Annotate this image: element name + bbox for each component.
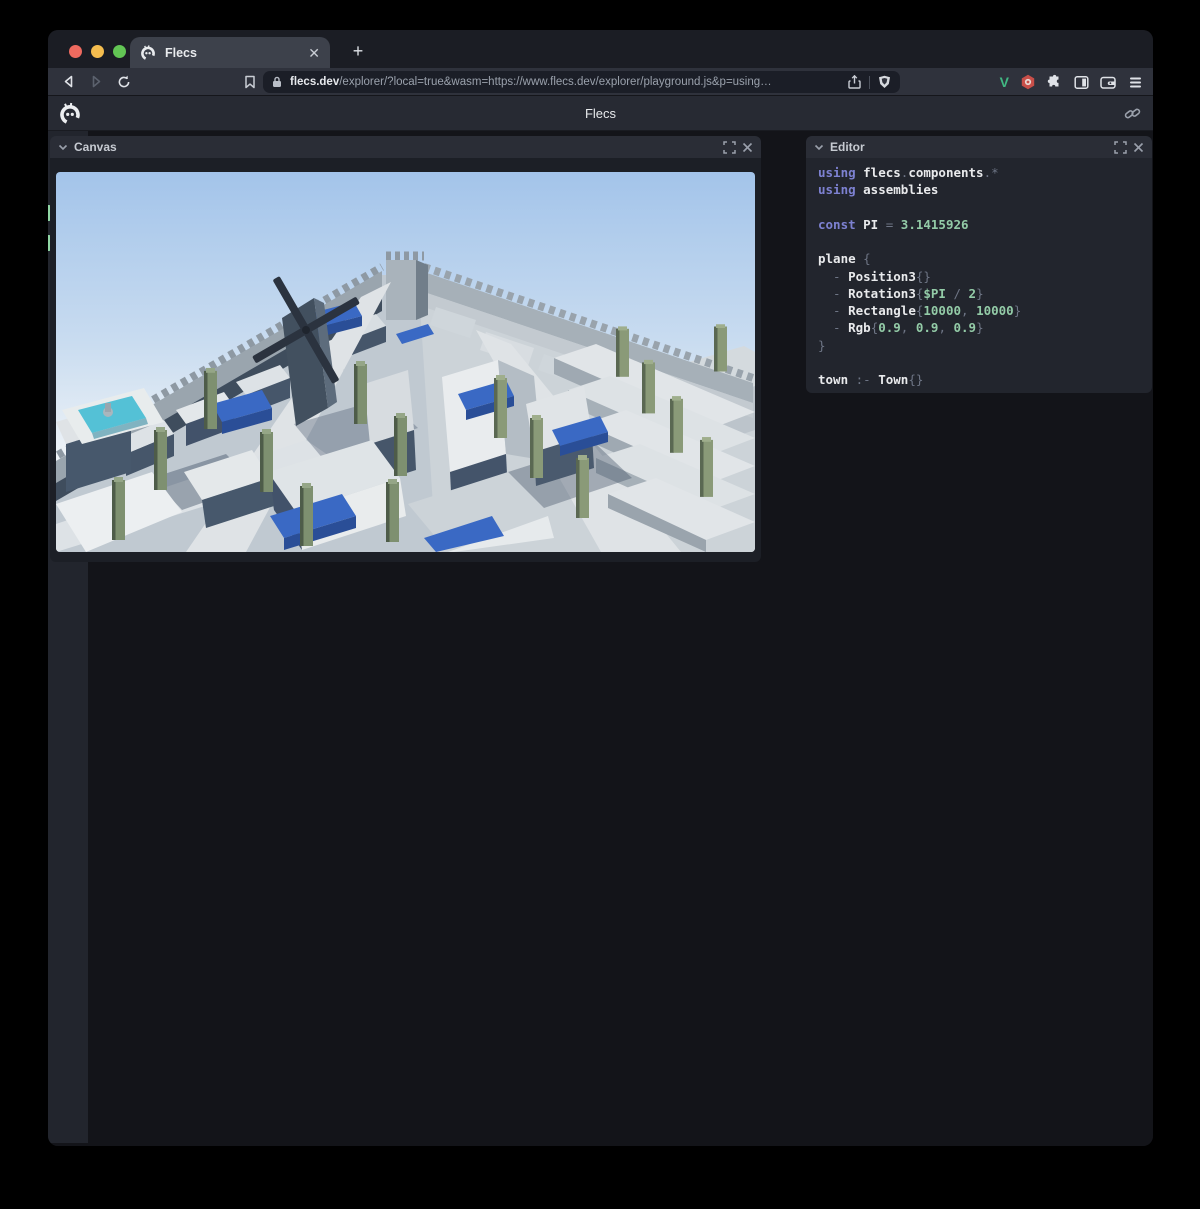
- new-tab-button[interactable]: +: [344, 38, 372, 64]
- chevron-down-icon[interactable]: [814, 144, 824, 151]
- url-bar[interactable]: flecs.dev/explorer/?local=true&wasm=http…: [263, 71, 900, 93]
- app-body: Canvas: [48, 131, 1153, 1146]
- lock-icon: [272, 76, 282, 88]
- back-icon: [62, 75, 75, 88]
- chevron-down-icon[interactable]: [58, 144, 68, 151]
- app-header: Flecs: [48, 96, 1153, 131]
- sidebar-toggle-icon[interactable]: [1074, 75, 1089, 90]
- editor-panel-header[interactable]: Editor: [806, 136, 1152, 158]
- browser-tab-flecs[interactable]: Flecs ✕: [130, 37, 330, 68]
- page-title: Flecs: [48, 96, 1153, 131]
- code-editor[interactable]: using flecs.components.*using assemblies…: [818, 164, 1142, 388]
- browser-window: Flecs ✕ + flecs.dev/explorer/?local=tru: [48, 30, 1153, 1146]
- browser-titlebar: Flecs ✕ +: [48, 30, 1153, 68]
- canvas-panel: Canvas: [50, 136, 761, 562]
- tab-title: Flecs: [165, 46, 299, 60]
- editor-body[interactable]: using flecs.components.*using assemblies…: [806, 158, 1152, 393]
- forward-button[interactable]: [82, 70, 110, 94]
- reload-button[interactable]: [110, 70, 138, 94]
- editor-panel: Editor using flecs.components.*using ass…: [806, 136, 1152, 393]
- tab-close-icon[interactable]: ✕: [308, 46, 320, 60]
- urlbar-divider: [869, 76, 870, 89]
- browser-navbar: flecs.dev/explorer/?local=true&wasm=http…: [48, 68, 1153, 96]
- wallet-icon[interactable]: [1100, 75, 1117, 90]
- canvas-3d-scene[interactable]: [56, 172, 755, 552]
- extension-badge-icon[interactable]: [1020, 74, 1036, 90]
- menu-hamburger-icon[interactable]: [1128, 76, 1143, 89]
- fullscreen-icon[interactable]: [723, 141, 736, 154]
- minimize-window-button[interactable]: [91, 45, 104, 58]
- bookmarks-button[interactable]: [238, 70, 262, 94]
- back-button[interactable]: [54, 70, 82, 94]
- url-text: flecs.dev/explorer/?local=true&wasm=http…: [290, 76, 840, 88]
- traffic-lights: [69, 45, 126, 58]
- canvas-panel-header[interactable]: Canvas: [50, 136, 761, 158]
- fullscreen-icon[interactable]: [1114, 141, 1127, 154]
- panel-title: Editor: [830, 140, 1108, 154]
- vue-devtools-icon[interactable]: V: [1000, 74, 1009, 90]
- zoom-window-button[interactable]: [113, 45, 126, 58]
- forward-icon: [90, 75, 103, 88]
- panel-title: Canvas: [74, 140, 717, 154]
- close-window-button[interactable]: [69, 45, 82, 58]
- close-panel-icon[interactable]: [1133, 142, 1144, 153]
- brave-shield-icon[interactable]: [878, 75, 891, 89]
- flecs-favicon: [140, 45, 156, 61]
- town-render: [56, 172, 755, 552]
- reload-icon: [117, 75, 131, 89]
- canvas-body: [50, 158, 761, 562]
- share-link-icon[interactable]: [1124, 105, 1141, 122]
- close-panel-icon[interactable]: [742, 142, 753, 153]
- extensions-puzzle-icon[interactable]: [1047, 74, 1063, 90]
- share-icon[interactable]: [848, 75, 861, 89]
- toolbar-extensions: V: [1000, 70, 1143, 94]
- bookmark-icon: [244, 75, 256, 89]
